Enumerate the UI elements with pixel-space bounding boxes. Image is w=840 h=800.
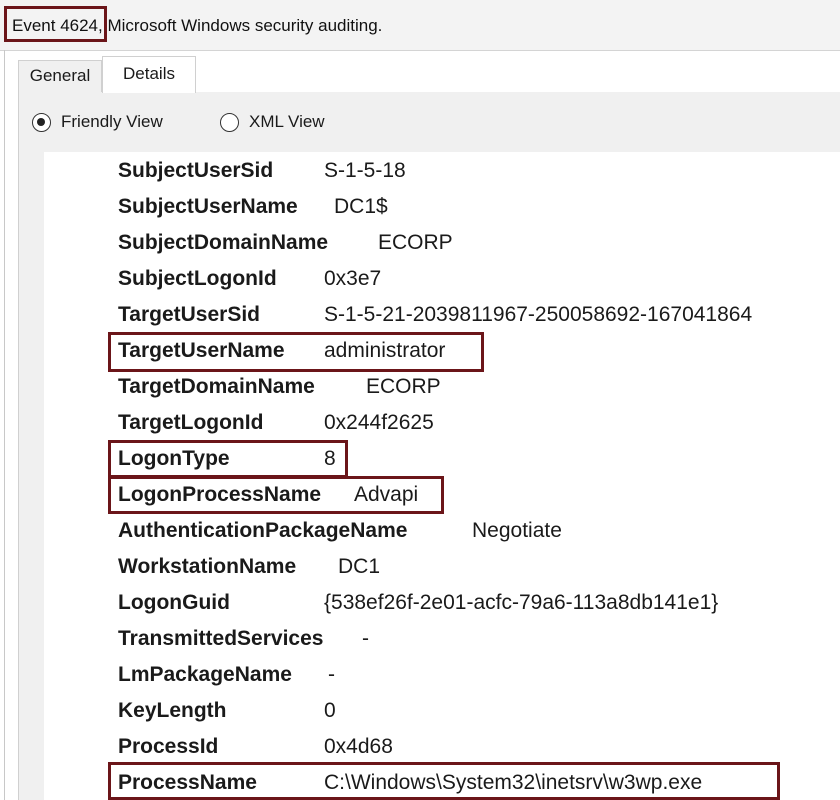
- tab-details[interactable]: Details: [102, 56, 196, 93]
- friendly-view-option[interactable]: Friendly View: [32, 110, 192, 136]
- field-value: DC1: [338, 555, 381, 578]
- field-value: 0x4d68: [324, 735, 393, 758]
- field-value: -: [328, 663, 335, 686]
- event-data-row: SubjectLogonId 0x3e7: [44, 262, 840, 296]
- field-value: DC1$: [334, 195, 388, 218]
- field-value: S-1-5-18: [324, 159, 406, 182]
- field-name: SubjectLogonId: [118, 267, 277, 290]
- radio-selected-dot: [37, 118, 45, 126]
- event-data-row: SubjectUserName DC1$: [44, 190, 840, 224]
- event-data-row: TargetLogonId 0x244f2625: [44, 406, 840, 440]
- field-name: WorkstationName: [118, 555, 297, 578]
- field-name: ProcessId: [118, 735, 219, 758]
- event-data-row: ProcessId 0x4d68: [44, 730, 840, 764]
- field-name: KeyLength: [118, 699, 227, 722]
- event-data-row: KeyLength 0: [44, 694, 840, 728]
- event-data-row: TransmittedServices -: [44, 622, 840, 656]
- field-value: {538ef26f-2e01-acfc-79a6-113a8db141e1}: [324, 591, 719, 614]
- event-id-highlight: [4, 6, 107, 42]
- field-name: SubjectDomainName: [118, 231, 329, 254]
- field-value: 0: [324, 699, 336, 722]
- event-header: Event 4624, Microsoft Windows security a…: [0, 0, 840, 51]
- field-value: ECORP: [378, 231, 453, 254]
- process-name-highlight: [108, 762, 780, 800]
- field-name: TargetUserSid: [118, 303, 260, 326]
- field-value: ECORP: [366, 375, 441, 398]
- field-name: SubjectUserSid: [118, 159, 274, 182]
- event-data-row: TargetUserSid S-1-5-21-2039811967-250058…: [44, 298, 840, 332]
- dialog-left-border: [4, 50, 5, 800]
- field-value: Negotiate: [472, 519, 562, 542]
- field-value: 0x244f2625: [324, 411, 434, 434]
- event-data-row: SubjectDomainName ECORP: [44, 226, 840, 260]
- field-value: 0x3e7: [324, 267, 382, 290]
- friendly-view-label: Friendly View: [61, 112, 163, 131]
- xml-view-label: XML View: [249, 112, 325, 131]
- event-data-row: LmPackageName -: [44, 658, 840, 692]
- event-data-row: LogonGuid {538ef26f-2e01-acfc-79a6-113a8…: [44, 586, 840, 620]
- xml-view-option[interactable]: XML View: [220, 110, 350, 136]
- friendly-view-radio[interactable]: [32, 113, 51, 132]
- field-name: LmPackageName: [118, 663, 292, 686]
- field-value: -: [362, 627, 369, 650]
- event-data-row: TargetDomainName ECORP: [44, 370, 840, 404]
- logon-type-highlight: [108, 440, 348, 478]
- field-name: TargetLogonId: [118, 411, 264, 434]
- target-user-name-highlight: [108, 332, 484, 372]
- event-data-row: AuthenticationPackageName Negotiate: [44, 514, 840, 548]
- field-value: S-1-5-21-2039811967-250058692-167041864: [324, 303, 753, 326]
- field-name: SubjectUserName: [118, 195, 298, 218]
- field-name: AuthenticationPackageName: [118, 519, 408, 542]
- tab-general[interactable]: General: [18, 60, 102, 92]
- xml-view-radio[interactable]: [220, 113, 239, 132]
- event-properties-dialog: Event 4624, Microsoft Windows security a…: [0, 0, 840, 800]
- event-data-row: WorkstationName DC1: [44, 550, 840, 584]
- logon-process-name-highlight: [108, 476, 444, 514]
- field-name: LogonGuid: [118, 591, 230, 614]
- field-name: TransmittedServices: [118, 627, 324, 650]
- field-name: TargetDomainName: [118, 375, 315, 398]
- event-data-row: SubjectUserSid S-1-5-18: [44, 154, 840, 188]
